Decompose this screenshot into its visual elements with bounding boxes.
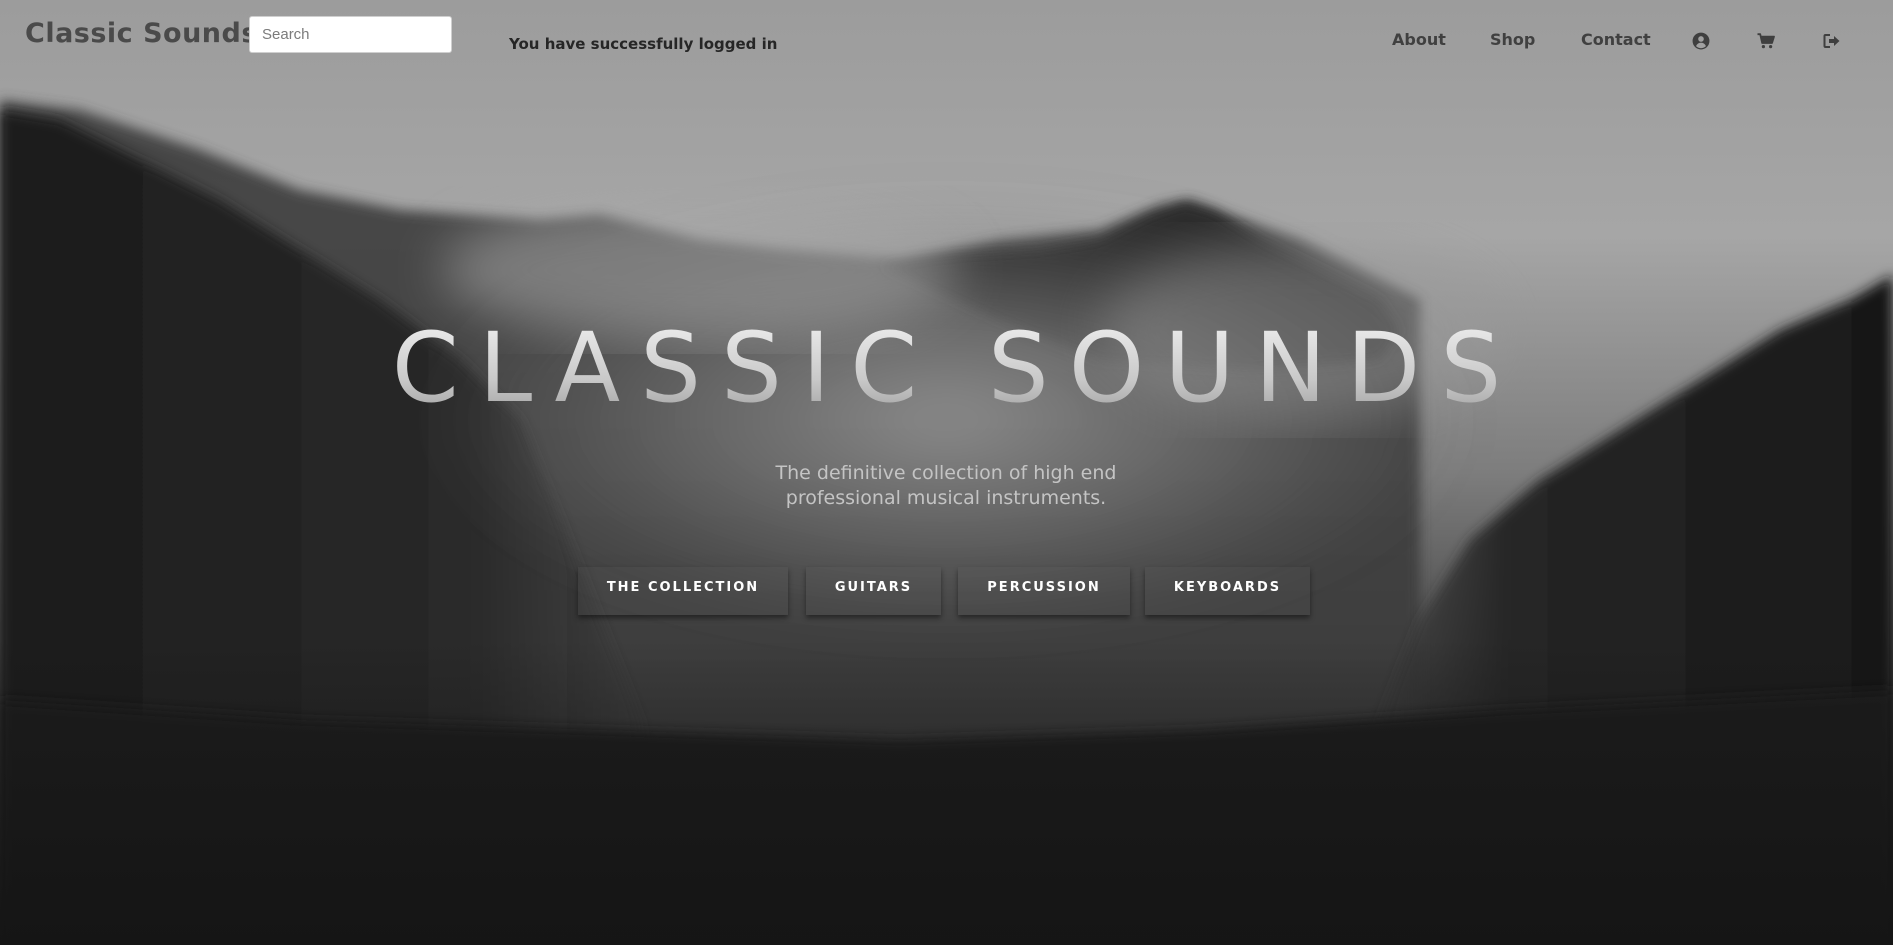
- the-collection-button[interactable]: THE COLLECTION: [578, 567, 788, 615]
- hero-subtitle-line-1: The definitive collection of high end: [775, 462, 1117, 484]
- hero-title: CLASSIC SOUNDS: [0, 312, 1893, 424]
- sign-out-icon[interactable]: [1823, 32, 1841, 50]
- page: Classic Sounds You have successfully log…: [0, 0, 1893, 945]
- category-button-group: THE COLLECTION GUITARS PERCUSSION KEYBOA…: [0, 567, 1893, 615]
- nav-link-contact[interactable]: Contact: [1581, 30, 1651, 49]
- guitars-button[interactable]: GUITARS: [806, 567, 941, 615]
- hero-subtitle-line-2: professional musical instruments.: [785, 487, 1107, 509]
- navbar: Classic Sounds You have successfully log…: [0, 0, 1893, 80]
- keyboards-button[interactable]: KEYBOARDS: [1145, 567, 1310, 615]
- nav-link-about[interactable]: About: [1392, 30, 1446, 49]
- user-circle-icon[interactable]: [1692, 32, 1710, 50]
- hero-subtitle: The definitive collection of high end pr…: [746, 461, 1146, 511]
- login-status-message: You have successfully logged in: [509, 35, 778, 53]
- percussion-button[interactable]: PERCUSSION: [958, 567, 1130, 615]
- search-input[interactable]: [249, 16, 452, 53]
- nav-link-shop[interactable]: Shop: [1490, 30, 1535, 49]
- brand-logo-text[interactable]: Classic Sounds: [25, 18, 258, 49]
- shopping-cart-icon[interactable]: [1757, 32, 1775, 50]
